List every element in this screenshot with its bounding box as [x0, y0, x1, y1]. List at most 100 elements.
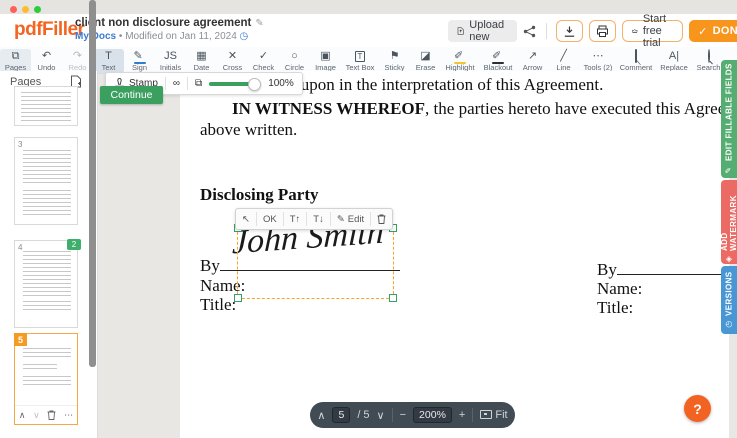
tool-date[interactable]: ▦Date: [186, 49, 217, 73]
disclosing-party-heading: Disclosing Party: [200, 185, 319, 205]
document-canvas[interactable]: d upon in the interpretation of this Agr…: [180, 71, 729, 438]
move-handle-icon[interactable]: ↖: [236, 212, 257, 226]
done-button[interactable]: ✓ DONE: [689, 20, 737, 42]
tool-arrow[interactable]: ↗Arrow: [517, 49, 548, 73]
highlighter-icon: ✐: [454, 50, 466, 62]
duplicate-icon[interactable]: ⧉: [195, 78, 202, 89]
check-icon: ✓: [259, 50, 268, 62]
fit-button[interactable]: Fit: [480, 409, 507, 421]
calendar-icon: ▦: [196, 50, 206, 62]
current-page-input[interactable]: 5: [332, 407, 350, 423]
tool-text-box[interactable]: TText Box: [341, 49, 379, 73]
opacity-value: 100%: [268, 78, 294, 89]
undo-icon: ↶: [42, 50, 51, 62]
versions-tab[interactable]: ◷ VERSIONS: [721, 266, 737, 334]
fit-icon: [480, 410, 492, 419]
name-field-right: Name:: [597, 279, 642, 299]
tool-search[interactable]: Search: [693, 49, 724, 73]
crown-icon: [632, 26, 638, 36]
fillable-fields-icon: ✎: [724, 165, 733, 174]
tool-text[interactable]: TText: [93, 49, 124, 73]
page-number: 3: [18, 140, 22, 149]
link-fields-icon[interactable]: ∞: [173, 78, 180, 89]
initials-icon: JS: [164, 50, 177, 62]
resize-handle[interactable]: [389, 294, 397, 302]
minimize-window-button[interactable]: [22, 6, 29, 13]
delete-page-icon[interactable]: [47, 410, 56, 420]
tool-replace[interactable]: A|Replace: [655, 49, 693, 73]
zoom-out-button[interactable]: −: [400, 409, 406, 421]
current-page-badge: 5: [14, 333, 27, 346]
pdffiller-logo[interactable]: pdfFiller: [14, 19, 84, 41]
signature-mini-toolbar: ↖ OK T↑ T↓ ✎Edit: [235, 208, 393, 230]
line-icon: ╱: [560, 50, 567, 62]
delete-signature-icon[interactable]: [371, 212, 392, 226]
fillable-fields-count-badge: 2: [67, 239, 81, 250]
document-title-block: client non disclosure agreement✎ My Docs…: [75, 17, 264, 42]
ok-button[interactable]: OK: [257, 212, 284, 226]
upload-new-button[interactable]: Upload new: [448, 20, 517, 42]
upload-new-label: Upload new: [469, 19, 508, 43]
share-icon[interactable]: [523, 25, 536, 38]
slider-knob[interactable]: [248, 78, 261, 91]
done-check-icon: ✓: [698, 25, 708, 38]
start-free-trial-button[interactable]: Start free trial: [622, 20, 683, 42]
sticky-flag-icon: ⚑: [390, 50, 400, 62]
history-clock-icon[interactable]: ◷: [240, 31, 249, 42]
zoom-level-value[interactable]: 200%: [413, 407, 452, 423]
tool-undo[interactable]: ↶Undo: [31, 49, 62, 73]
tool-sticky[interactable]: ⚑Sticky: [379, 49, 410, 73]
tool-initials[interactable]: JSInitials: [155, 49, 186, 73]
help-button[interactable]: ?: [684, 395, 711, 422]
tool-check[interactable]: ✓Check: [248, 49, 279, 73]
image-icon: ▣: [320, 50, 330, 62]
tool-highlight[interactable]: ✐Highlight: [441, 49, 479, 73]
tool-circle[interactable]: ○Circle: [279, 49, 310, 73]
signature-line: [617, 260, 725, 275]
tool-blackout[interactable]: ✐Blackout: [479, 49, 517, 73]
signature-selection-box[interactable]: [237, 227, 394, 299]
font-size-up-button[interactable]: T↑: [284, 212, 308, 226]
font-size-down-button[interactable]: T↓: [307, 212, 331, 226]
move-page-down-icon[interactable]: ∨: [33, 410, 40, 421]
page-more-options-icon[interactable]: ⋯: [64, 410, 73, 421]
download-button[interactable]: [556, 20, 583, 42]
move-page-up-icon[interactable]: ∧: [19, 410, 26, 421]
tool-cross[interactable]: ✕Cross: [217, 49, 248, 73]
ellipsis-icon: ⋯: [593, 50, 604, 62]
printer-icon: [596, 25, 609, 38]
tool-sign[interactable]: ✎Sign: [124, 49, 155, 73]
page-thumbnail-partial[interactable]: [14, 86, 78, 126]
continue-button[interactable]: Continue: [100, 86, 163, 104]
tool-erase[interactable]: ◪Erase: [410, 49, 441, 73]
sidebar-scrollbar[interactable]: [89, 0, 96, 367]
tool-line[interactable]: ╱Line: [548, 49, 579, 73]
edit-fillable-fields-tab[interactable]: ✎ EDIT FILLABLE FIELDS: [721, 60, 737, 178]
tool-tools-more[interactable]: ⋯Tools (2): [579, 49, 617, 73]
page-thumbnail-4[interactable]: 4 2: [14, 240, 78, 328]
watermark-icon: ◈: [724, 255, 733, 264]
rename-pencil-icon[interactable]: ✎: [255, 18, 263, 29]
main-toolbar: ⧉Pages ↶Undo ↷Redo TText ✎Sign JSInitial…: [0, 47, 737, 74]
blackout-marker-icon: ✐: [492, 50, 504, 62]
next-page-chevron-icon[interactable]: ∨: [377, 409, 385, 422]
zoom-window-button[interactable]: [34, 6, 41, 13]
tool-pages[interactable]: ⧉Pages: [0, 49, 31, 73]
add-watermark-tab[interactable]: ◈ ADD WATERMARK: [721, 180, 737, 264]
page-thumbnail-3[interactable]: 3: [14, 137, 78, 225]
previous-page-chevron-icon[interactable]: ∧: [317, 409, 325, 422]
done-label: DONE: [713, 25, 737, 37]
comment-bubble-icon: [635, 49, 637, 63]
resize-handle[interactable]: [234, 294, 242, 302]
zoom-in-button[interactable]: +: [459, 409, 465, 421]
total-pages-label: / 5: [357, 409, 369, 421]
tool-comment[interactable]: Comment: [617, 49, 655, 73]
witness-paragraph: IN WITNESS WHEREOF, the parties hereto h…: [200, 98, 724, 120]
close-window-button[interactable]: [10, 6, 17, 13]
tool-image[interactable]: ▣Image: [310, 49, 341, 73]
edit-pencil-icon: ✎: [337, 214, 345, 225]
edit-button[interactable]: ✎Edit: [331, 212, 371, 226]
opacity-slider[interactable]: [209, 82, 261, 86]
page-thumbnail-5-selected[interactable]: 5 ∧ ∨ ⋯: [14, 333, 78, 425]
print-button[interactable]: [589, 20, 616, 42]
